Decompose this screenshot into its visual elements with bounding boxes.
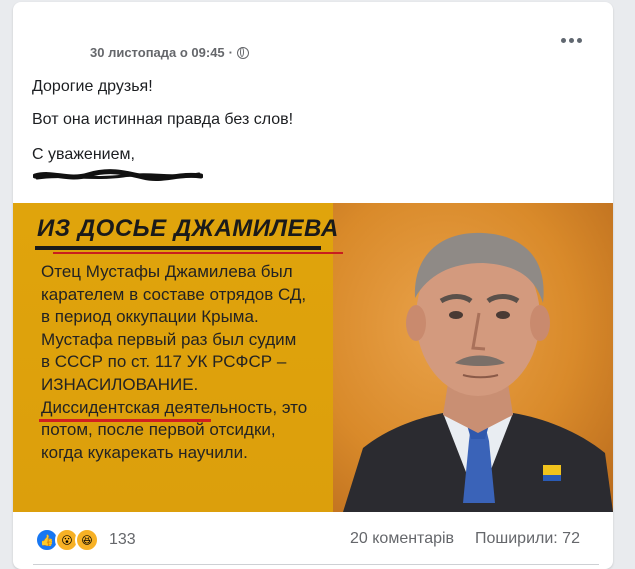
more-horizontal-icon bbox=[560, 37, 566, 43]
redacted-signature bbox=[33, 169, 203, 182]
timestamp-text[interactable]: 30 листопада о 09:45 bbox=[90, 45, 225, 60]
image-body-line: Отец Мустафы Джамилева был bbox=[41, 262, 293, 281]
image-body-line: карателем в составе отрядов СД, bbox=[41, 284, 307, 304]
post-line: Дорогие друзья! bbox=[32, 78, 153, 95]
post-line: С уважением, bbox=[32, 146, 135, 163]
image-title: ИЗ ДОСЬЕ ДЖАМИЛЕВА bbox=[37, 215, 339, 242]
haha-icon: 😆 bbox=[75, 528, 99, 552]
globe-icon bbox=[237, 46, 250, 59]
reactions-summary[interactable]: 👍 😮 😆 133 bbox=[35, 528, 136, 552]
image-body: Отец Мустафы Джамилева был карателем в с… bbox=[41, 261, 341, 464]
shares-count-link[interactable]: Поширили: 72 bbox=[475, 530, 580, 548]
image-body-line: ИЗНАСИЛОВАНИЕ. bbox=[41, 374, 199, 394]
title-underline-red bbox=[53, 252, 343, 254]
reaction-count[interactable]: 133 bbox=[109, 531, 136, 549]
separator-dot: · bbox=[228, 45, 234, 60]
image-body-line: когда кукарекать научили. bbox=[41, 442, 248, 462]
post-line: Вот она истинная правда без слов! bbox=[32, 111, 294, 128]
post-timestamp[interactable]: 30 листопада о 09:45 · bbox=[90, 45, 250, 60]
image-body-line: потом, после первой отсидки, bbox=[41, 420, 276, 440]
portrait-illustration bbox=[343, 232, 613, 512]
post-header: 30 листопада о 09:45 · bbox=[13, 2, 613, 72]
post-card: 30 листопада о 09:45 · Дорогие друзья! В… bbox=[13, 2, 613, 569]
post-footer: 👍 😮 😆 133 20 коментарів Поширили: 72 bbox=[13, 518, 613, 562]
image-body-line: Мустафа первый раз был судим bbox=[41, 329, 297, 349]
image-body-line: Диссидентская деятельность, это bbox=[41, 397, 308, 417]
image-body-line: в период оккупации Крыма. bbox=[41, 307, 259, 327]
image-body-line: в СССР по ст. 117 УК РСФСР – bbox=[41, 352, 287, 372]
highlight-underline bbox=[39, 419, 211, 422]
title-underline bbox=[35, 246, 321, 250]
comments-count-link[interactable]: 20 коментарів bbox=[350, 530, 454, 548]
more-horizontal-icon bbox=[576, 37, 582, 43]
footer-divider bbox=[33, 564, 599, 565]
post-image[interactable]: ИЗ ДОСЬЕ ДЖАМИЛЕВА Отец Мустафы Джамилев… bbox=[13, 203, 613, 512]
more-horizontal-icon bbox=[568, 37, 574, 43]
more-options-button[interactable] bbox=[553, 28, 589, 52]
